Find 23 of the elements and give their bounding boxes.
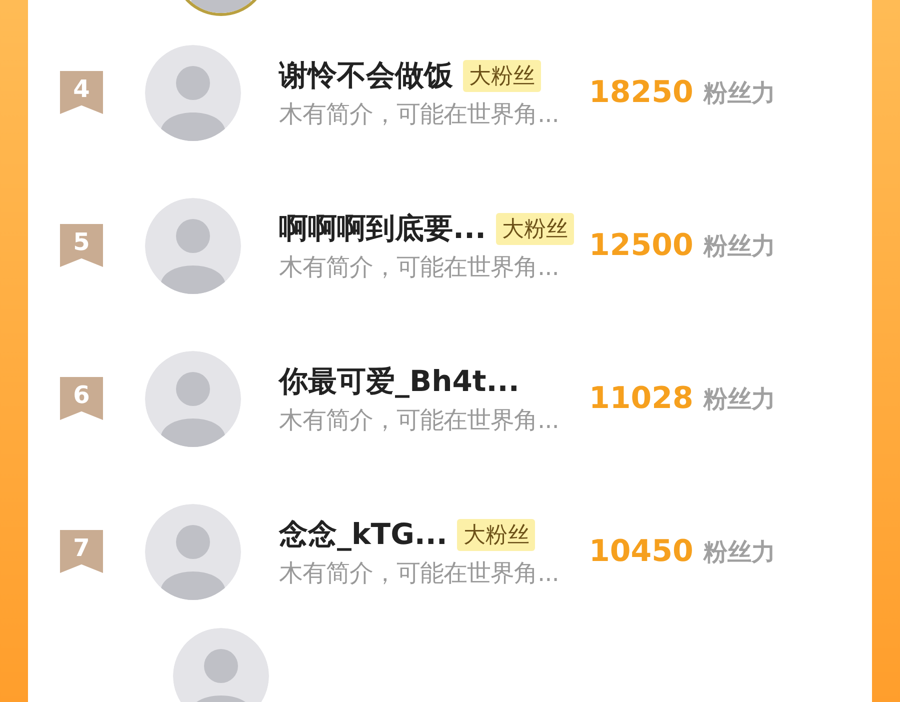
score-unit: 粉丝力: [703, 78, 776, 108]
user-name: 你最可爱_Bh4t...: [279, 362, 520, 400]
fan-score: 11028: [589, 381, 694, 416]
fan-level-tag: 大粉丝: [496, 212, 574, 244]
rank-ribbon: 5: [60, 224, 103, 267]
user-name: 啊啊啊到底要...: [279, 210, 486, 246]
fan-score: 10450: [589, 534, 694, 569]
fan-level-tag: 大粉丝: [463, 60, 541, 92]
fan-score: 18250: [589, 75, 694, 110]
score-unit: 粉丝力: [703, 536, 776, 568]
user-name: 谢怜不会做饭: [279, 56, 453, 94]
user-intro: 木有简介，可能在世界角...: [279, 404, 560, 436]
rank-ribbon: 7: [60, 530, 103, 573]
user-intro: 木有简介，可能在世界角...: [279, 252, 560, 282]
rank-ribbon: 6: [60, 377, 103, 420]
score-unit: 粉丝力: [703, 384, 776, 414]
rank-ribbon: 4: [60, 71, 103, 114]
user-intro: 木有简介，可能在世界角...: [279, 98, 560, 130]
fan-level-tag: 大粉丝: [457, 518, 536, 550]
user-name: 念念_kTG...: [279, 516, 448, 553]
score-unit: 粉丝力: [703, 230, 776, 262]
fan-score: 12500: [589, 228, 694, 263]
user-intro: 木有简介，可能在世界角...: [279, 558, 560, 588]
